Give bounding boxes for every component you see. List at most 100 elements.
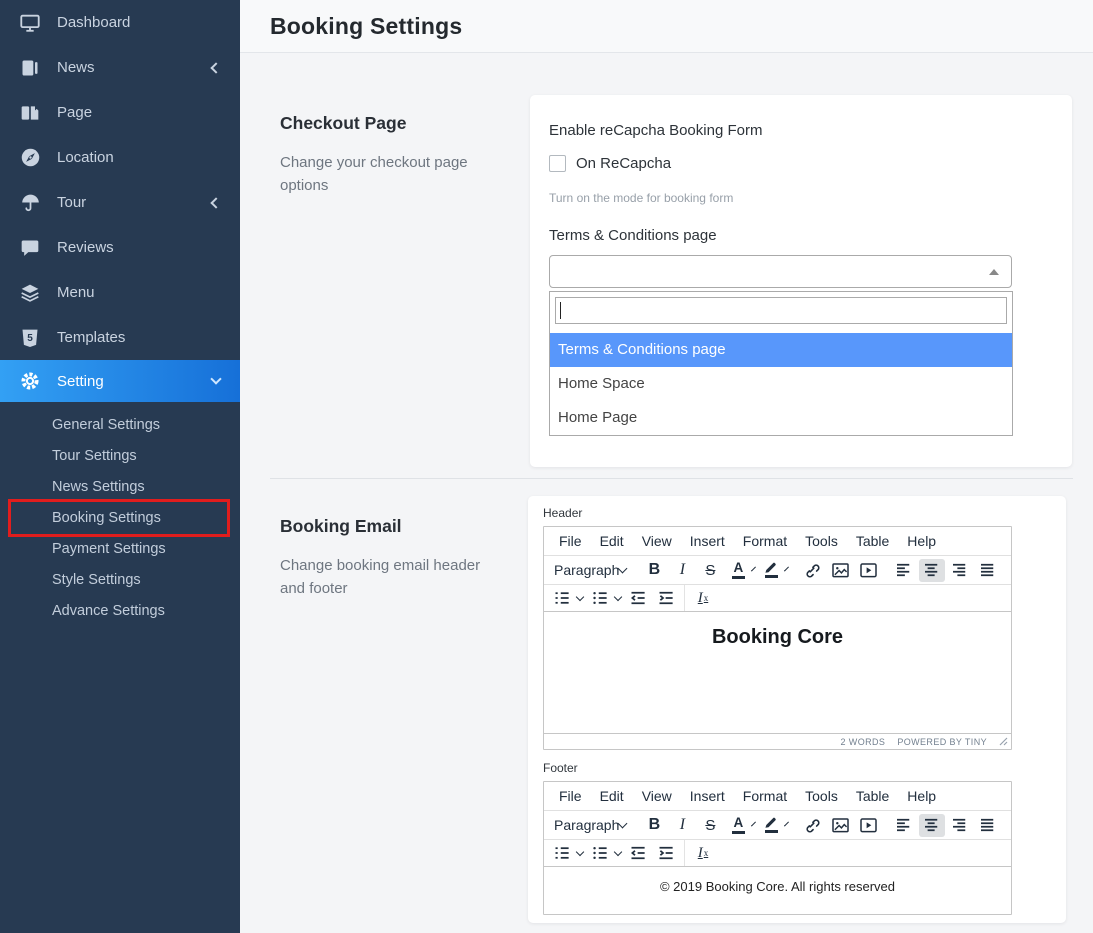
media-button[interactable] xyxy=(855,559,881,582)
highlight-color-chevron-icon[interactable] xyxy=(784,822,789,827)
bullet-list-chevron-icon[interactable] xyxy=(614,593,622,601)
italic-button[interactable]: I xyxy=(669,814,695,837)
terms-page-label: Terms & Conditions page xyxy=(549,227,1053,244)
sidebar-item-page[interactable]: Page xyxy=(0,90,240,135)
dropdown-option-home-page[interactable]: Home Page xyxy=(550,401,1012,435)
text-color-button[interactable]: A xyxy=(725,559,751,582)
sidebar-item-news[interactable]: News xyxy=(0,45,240,90)
menu-format[interactable]: Format xyxy=(734,786,796,806)
align-center-button[interactable] xyxy=(919,814,945,837)
terms-page-select[interactable] xyxy=(549,255,1012,288)
open-book-icon xyxy=(18,101,42,125)
sidebar-item-tour[interactable]: Tour xyxy=(0,180,240,225)
sidebar-item-label: Templates xyxy=(57,329,222,346)
sidebar-item-label: Reviews xyxy=(57,239,222,256)
align-left-button[interactable] xyxy=(891,814,917,837)
sidebar-item-templates[interactable]: 5 Templates xyxy=(0,315,240,360)
sidebar-item-location[interactable]: Location xyxy=(0,135,240,180)
text-color-button[interactable]: A xyxy=(725,814,751,837)
highlight-color-button[interactable] xyxy=(758,559,784,582)
align-right-button[interactable] xyxy=(947,814,973,837)
submenu-item-tour-settings[interactable]: Tour Settings xyxy=(0,441,240,472)
menu-insert[interactable]: Insert xyxy=(681,531,734,551)
menu-file[interactable]: File xyxy=(550,786,591,806)
numbered-list-button[interactable] xyxy=(549,842,575,865)
link-button[interactable] xyxy=(799,814,825,837)
menu-table[interactable]: Table xyxy=(847,531,898,551)
editor-menubar: File Edit View Insert Format Tools Table… xyxy=(544,527,1011,555)
dropdown-option-terms[interactable]: Terms & Conditions page xyxy=(550,333,1012,367)
strikethrough-button[interactable]: S xyxy=(697,559,723,582)
sidebar-item-setting[interactable]: Setting xyxy=(0,360,240,402)
highlight-color-button[interactable] xyxy=(758,814,784,837)
submenu-item-advance-settings[interactable]: Advance Settings xyxy=(0,596,240,627)
menu-edit[interactable]: Edit xyxy=(591,531,633,551)
clear-formatting-button[interactable]: Ix xyxy=(690,842,716,865)
paragraph-style-select[interactable]: Paragraph xyxy=(548,817,632,833)
checkout-section-desc: Change your checkout page options xyxy=(280,151,490,197)
link-button[interactable] xyxy=(799,559,825,582)
menu-view[interactable]: View xyxy=(633,786,681,806)
indent-button[interactable] xyxy=(653,587,679,610)
justify-button[interactable] xyxy=(975,814,1001,837)
submenu-item-general-settings[interactable]: General Settings xyxy=(0,410,240,441)
align-right-button[interactable] xyxy=(947,559,973,582)
bullet-list-button[interactable] xyxy=(587,842,613,865)
powered-by-tiny: POWERED BY TINY xyxy=(897,737,987,747)
submenu-item-news-settings[interactable]: News Settings xyxy=(0,472,240,503)
align-center-button[interactable] xyxy=(919,559,945,582)
bullet-list-button[interactable] xyxy=(587,587,613,610)
submenu-item-booking-settings[interactable]: Booking Settings xyxy=(0,503,240,534)
sidebar-item-dashboard[interactable]: Dashboard xyxy=(0,0,240,45)
sidebar-item-menu[interactable]: Menu xyxy=(0,270,240,315)
justify-button[interactable] xyxy=(975,559,1001,582)
menu-view[interactable]: View xyxy=(633,531,681,551)
submenu-item-style-settings[interactable]: Style Settings xyxy=(0,565,240,596)
dropdown-option-home-space[interactable]: Home Space xyxy=(550,367,1012,401)
menu-edit[interactable]: Edit xyxy=(591,786,633,806)
image-button[interactable] xyxy=(827,559,853,582)
highlight-color-chevron-icon[interactable] xyxy=(784,567,789,572)
menu-table[interactable]: Table xyxy=(847,786,898,806)
menu-help[interactable]: Help xyxy=(898,531,945,551)
umbrella-icon xyxy=(18,191,42,215)
outdent-button[interactable] xyxy=(625,842,651,865)
editor-statusbar: 2 WORDS POWERED BY TINY xyxy=(544,733,1011,749)
bullet-list-chevron-icon[interactable] xyxy=(614,848,622,856)
chevron-left-icon xyxy=(210,62,221,73)
numbered-list-chevron-icon[interactable] xyxy=(576,848,584,856)
checkout-section-info: Checkout Page Change your checkout page … xyxy=(240,93,530,467)
outdent-button[interactable] xyxy=(625,587,651,610)
menu-format[interactable]: Format xyxy=(734,531,796,551)
sidebar-item-reviews[interactable]: Reviews xyxy=(0,225,240,270)
recaptcha-checkbox[interactable] xyxy=(549,155,566,172)
media-button[interactable] xyxy=(855,814,881,837)
clear-formatting-button[interactable]: Ix xyxy=(690,587,716,610)
header-editor-content[interactable]: Booking Core xyxy=(544,611,1011,733)
recaptcha-checkbox-label[interactable]: On ReCapcha xyxy=(576,155,671,172)
submenu-item-payment-settings[interactable]: Payment Settings xyxy=(0,534,240,565)
menu-help[interactable]: Help xyxy=(898,786,945,806)
menu-tools[interactable]: Tools xyxy=(796,531,847,551)
clipped-text-remnant xyxy=(549,101,1053,107)
numbered-list-button[interactable] xyxy=(549,587,575,610)
footer-editor-content[interactable]: © 2019 Booking Core. All rights reserved xyxy=(544,866,1011,914)
image-button[interactable] xyxy=(827,814,853,837)
indent-button[interactable] xyxy=(653,842,679,865)
text-color-chevron-icon[interactable] xyxy=(751,822,756,827)
footer-editor: File Edit View Insert Format Tools Table… xyxy=(543,781,1012,915)
text-color-chevron-icon[interactable] xyxy=(751,567,756,572)
menu-tools[interactable]: Tools xyxy=(796,786,847,806)
align-left-button[interactable] xyxy=(891,559,917,582)
resize-grip-icon[interactable] xyxy=(999,737,1008,746)
numbered-list-chevron-icon[interactable] xyxy=(576,593,584,601)
paragraph-style-select[interactable]: Paragraph xyxy=(548,562,632,578)
italic-button[interactable]: I xyxy=(669,559,695,582)
menu-file[interactable]: File xyxy=(550,531,591,551)
bold-button[interactable]: B xyxy=(641,559,667,582)
strikethrough-button[interactable]: S xyxy=(697,814,723,837)
menu-insert[interactable]: Insert xyxy=(681,786,734,806)
chevron-down-icon xyxy=(210,373,221,384)
bold-button[interactable]: B xyxy=(641,814,667,837)
dropdown-search-input[interactable] xyxy=(555,297,1007,324)
